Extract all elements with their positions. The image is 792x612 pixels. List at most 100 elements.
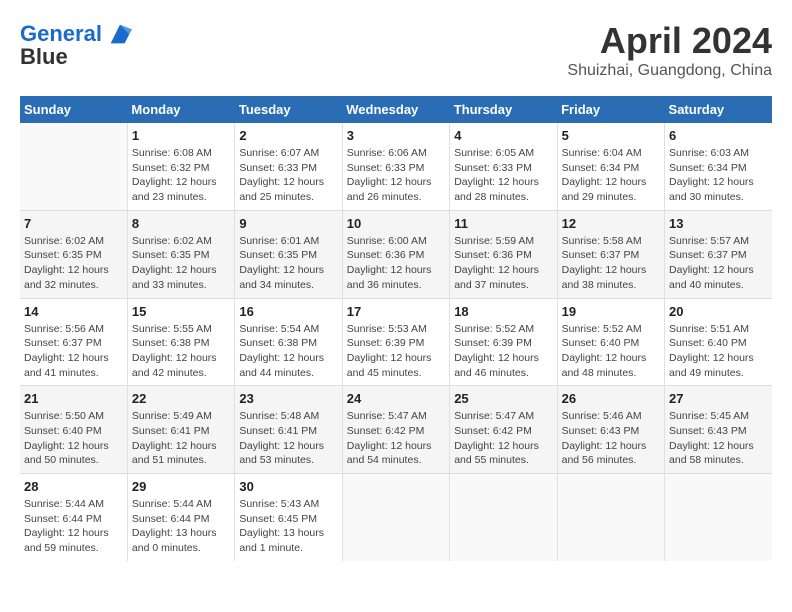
day-number: 14: [24, 304, 123, 319]
day-info: Sunrise: 5:56 AM Sunset: 6:37 PM Dayligh…: [24, 322, 123, 381]
weekday-header-wednesday: Wednesday: [342, 96, 449, 123]
day-number: 21: [24, 391, 123, 406]
day-number: 13: [669, 216, 768, 231]
weekday-header-row: SundayMondayTuesdayWednesdayThursdayFrid…: [20, 96, 772, 123]
calendar-cell: 20Sunrise: 5:51 AM Sunset: 6:40 PM Dayli…: [665, 298, 772, 386]
calendar-cell: 23Sunrise: 5:48 AM Sunset: 6:41 PM Dayli…: [235, 386, 342, 474]
day-number: 16: [239, 304, 337, 319]
day-info: Sunrise: 6:06 AM Sunset: 6:33 PM Dayligh…: [347, 146, 445, 205]
calendar-cell: 18Sunrise: 5:52 AM Sunset: 6:39 PM Dayli…: [450, 298, 557, 386]
calendar-cell: 2 Sunrise: 6:07 AM Sunset: 6:33 PM Daylig…: [235, 123, 342, 210]
calendar-cell: 19 Sunrise: 5:52 AM Sunset: 6:40 PM Dayli…: [557, 298, 664, 386]
day-number: 19: [562, 304, 660, 319]
location-subtitle: Shuizhai, Guangdong, China: [567, 62, 772, 80]
weekday-header-thursday: Thursday: [450, 96, 557, 123]
day-number: 22: [132, 391, 230, 406]
day-number: 29: [132, 479, 230, 494]
calendar-cell: [450, 474, 557, 561]
day-number: 15: [132, 304, 230, 319]
calendar-cell: 5 Sunrise: 6:04 AM Sunset: 6:34 PM Daylig…: [557, 123, 664, 210]
calendar-cell: 8 Sunrise: 6:02 AM Sunset: 6:35 PM Daylig…: [127, 210, 234, 298]
day-info: Sunrise: 6:03 AM Sunset: 6:34 PM Dayligh…: [669, 146, 768, 205]
day-number: 27: [669, 391, 768, 406]
calendar-cell: 6 Sunrise: 6:03 AM Sunset: 6:34 PM Daylig…: [665, 123, 772, 210]
calendar-cell: 11Sunrise: 5:59 AM Sunset: 6:36 PM Dayli…: [450, 210, 557, 298]
calendar-table: SundayMondayTuesdayWednesdayThursdayFrid…: [20, 96, 772, 561]
day-info: Sunrise: 5:50 AM Sunset: 6:40 PM Dayligh…: [24, 409, 123, 468]
weekday-header-saturday: Saturday: [665, 96, 772, 123]
day-number: 24: [347, 391, 445, 406]
day-number: 9: [239, 216, 337, 231]
day-number: 2: [239, 128, 337, 143]
calendar-cell: 29 Sunrise: 5:44 AM Sunset: 6:44 PM Dayli…: [127, 474, 234, 561]
calendar-cell: 9 Sunrise: 6:01 AM Sunset: 6:35 PM Daylig…: [235, 210, 342, 298]
calendar-cell: [665, 474, 772, 561]
day-info: Sunrise: 6:04 AM Sunset: 6:34 PM Dayligh…: [562, 146, 660, 205]
calendar-cell: 13 Sunrise: 5:57 AM Sunset: 6:37 PM Dayli…: [665, 210, 772, 298]
day-number: 6: [669, 128, 768, 143]
day-info: Sunrise: 5:59 AM Sunset: 6:36 PM Dayligh…: [454, 234, 552, 293]
calendar-cell: 24 Sunrise: 5:47 AM Sunset: 6:42 PM Dayli…: [342, 386, 449, 474]
day-number: 8: [132, 216, 230, 231]
day-info: Sunrise: 5:55 AM Sunset: 6:38 PM Dayligh…: [132, 322, 230, 381]
day-info: Sunrise: 5:47 AM Sunset: 6:42 PM Dayligh…: [347, 409, 445, 468]
day-info: Sunrise: 6:00 AM Sunset: 6:36 PM Dayligh…: [347, 234, 445, 293]
calendar-cell: 25 Sunrise: 5:47 AM Sunset: 6:42 PM Dayli…: [450, 386, 557, 474]
calendar-cell: 22 Sunrise: 5:49 AM Sunset: 6:41 PM Dayli…: [127, 386, 234, 474]
day-info: Sunrise: 5:45 AM Sunset: 6:43 PM Dayligh…: [669, 409, 768, 468]
day-number: 28: [24, 479, 123, 494]
week-row-2: 7 Sunrise: 6:02 AM Sunset: 6:35 PM Daylig…: [20, 210, 772, 298]
calendar-cell: 16 Sunrise: 5:54 AM Sunset: 6:38 PM Dayli…: [235, 298, 342, 386]
day-number: 20: [669, 304, 768, 319]
day-number: 17: [347, 304, 445, 319]
day-info: Sunrise: 5:53 AM Sunset: 6:39 PM Dayligh…: [347, 322, 445, 381]
calendar-cell: [557, 474, 664, 561]
calendar-body: 1 Sunrise: 6:08 AM Sunset: 6:32 PM Daylig…: [20, 123, 772, 561]
day-number: 30: [239, 479, 337, 494]
day-number: 7: [24, 216, 123, 231]
day-info: Sunrise: 6:07 AM Sunset: 6:33 PM Dayligh…: [239, 146, 337, 205]
calendar-cell: 17 Sunrise: 5:53 AM Sunset: 6:39 PM Dayli…: [342, 298, 449, 386]
day-info: Sunrise: 6:02 AM Sunset: 6:35 PM Dayligh…: [132, 234, 230, 293]
week-row-3: 14 Sunrise: 5:56 AM Sunset: 6:37 PM Dayli…: [20, 298, 772, 386]
day-number: 5: [562, 128, 660, 143]
day-number: 26: [562, 391, 660, 406]
day-number: 1: [132, 128, 230, 143]
day-info: Sunrise: 6:08 AM Sunset: 6:32 PM Dayligh…: [132, 146, 230, 205]
day-info: Sunrise: 5:52 AM Sunset: 6:39 PM Dayligh…: [454, 322, 552, 381]
weekday-header-monday: Monday: [127, 96, 234, 123]
week-row-1: 1 Sunrise: 6:08 AM Sunset: 6:32 PM Daylig…: [20, 123, 772, 210]
day-number: 3: [347, 128, 445, 143]
calendar-cell: 12 Sunrise: 5:58 AM Sunset: 6:37 PM Dayli…: [557, 210, 664, 298]
week-row-5: 28 Sunrise: 5:44 AM Sunset: 6:44 PM Dayli…: [20, 474, 772, 561]
day-number: 25: [454, 391, 552, 406]
day-info: Sunrise: 5:44 AM Sunset: 6:44 PM Dayligh…: [24, 497, 123, 556]
day-info: Sunrise: 5:49 AM Sunset: 6:41 PM Dayligh…: [132, 409, 230, 468]
day-number: 10: [347, 216, 445, 231]
day-info: Sunrise: 5:46 AM Sunset: 6:43 PM Dayligh…: [562, 409, 660, 468]
day-info: Sunrise: 5:43 AM Sunset: 6:45 PM Dayligh…: [239, 497, 337, 556]
weekday-header-friday: Friday: [557, 96, 664, 123]
day-info: Sunrise: 5:54 AM Sunset: 6:38 PM Dayligh…: [239, 322, 337, 381]
day-info: Sunrise: 5:48 AM Sunset: 6:41 PM Dayligh…: [239, 409, 337, 468]
day-info: Sunrise: 5:57 AM Sunset: 6:37 PM Dayligh…: [669, 234, 768, 293]
day-number: 4: [454, 128, 552, 143]
day-info: Sunrise: 5:58 AM Sunset: 6:37 PM Dayligh…: [562, 234, 660, 293]
day-info: Sunrise: 5:47 AM Sunset: 6:42 PM Dayligh…: [454, 409, 552, 468]
weekday-header-tuesday: Tuesday: [235, 96, 342, 123]
day-info: Sunrise: 5:52 AM Sunset: 6:40 PM Dayligh…: [562, 322, 660, 381]
calendar-cell: 14 Sunrise: 5:56 AM Sunset: 6:37 PM Dayli…: [20, 298, 127, 386]
calendar-cell: 4Sunrise: 6:05 AM Sunset: 6:33 PM Daylig…: [450, 123, 557, 210]
calendar-cell: [342, 474, 449, 561]
day-info: Sunrise: 6:01 AM Sunset: 6:35 PM Dayligh…: [239, 234, 337, 293]
calendar-cell: 21 Sunrise: 5:50 AM Sunset: 6:40 PM Dayli…: [20, 386, 127, 474]
day-info: Sunrise: 5:44 AM Sunset: 6:44 PM Dayligh…: [132, 497, 230, 556]
logo-icon: [106, 20, 134, 48]
calendar-cell: 28 Sunrise: 5:44 AM Sunset: 6:44 PM Dayli…: [20, 474, 127, 561]
week-row-4: 21 Sunrise: 5:50 AM Sunset: 6:40 PM Dayli…: [20, 386, 772, 474]
day-info: Sunrise: 6:02 AM Sunset: 6:35 PM Dayligh…: [24, 234, 123, 293]
weekday-header-sunday: Sunday: [20, 96, 127, 123]
day-number: 12: [562, 216, 660, 231]
logo: General Blue: [20, 20, 134, 70]
calendar-header: SundayMondayTuesdayWednesdayThursdayFrid…: [20, 96, 772, 123]
